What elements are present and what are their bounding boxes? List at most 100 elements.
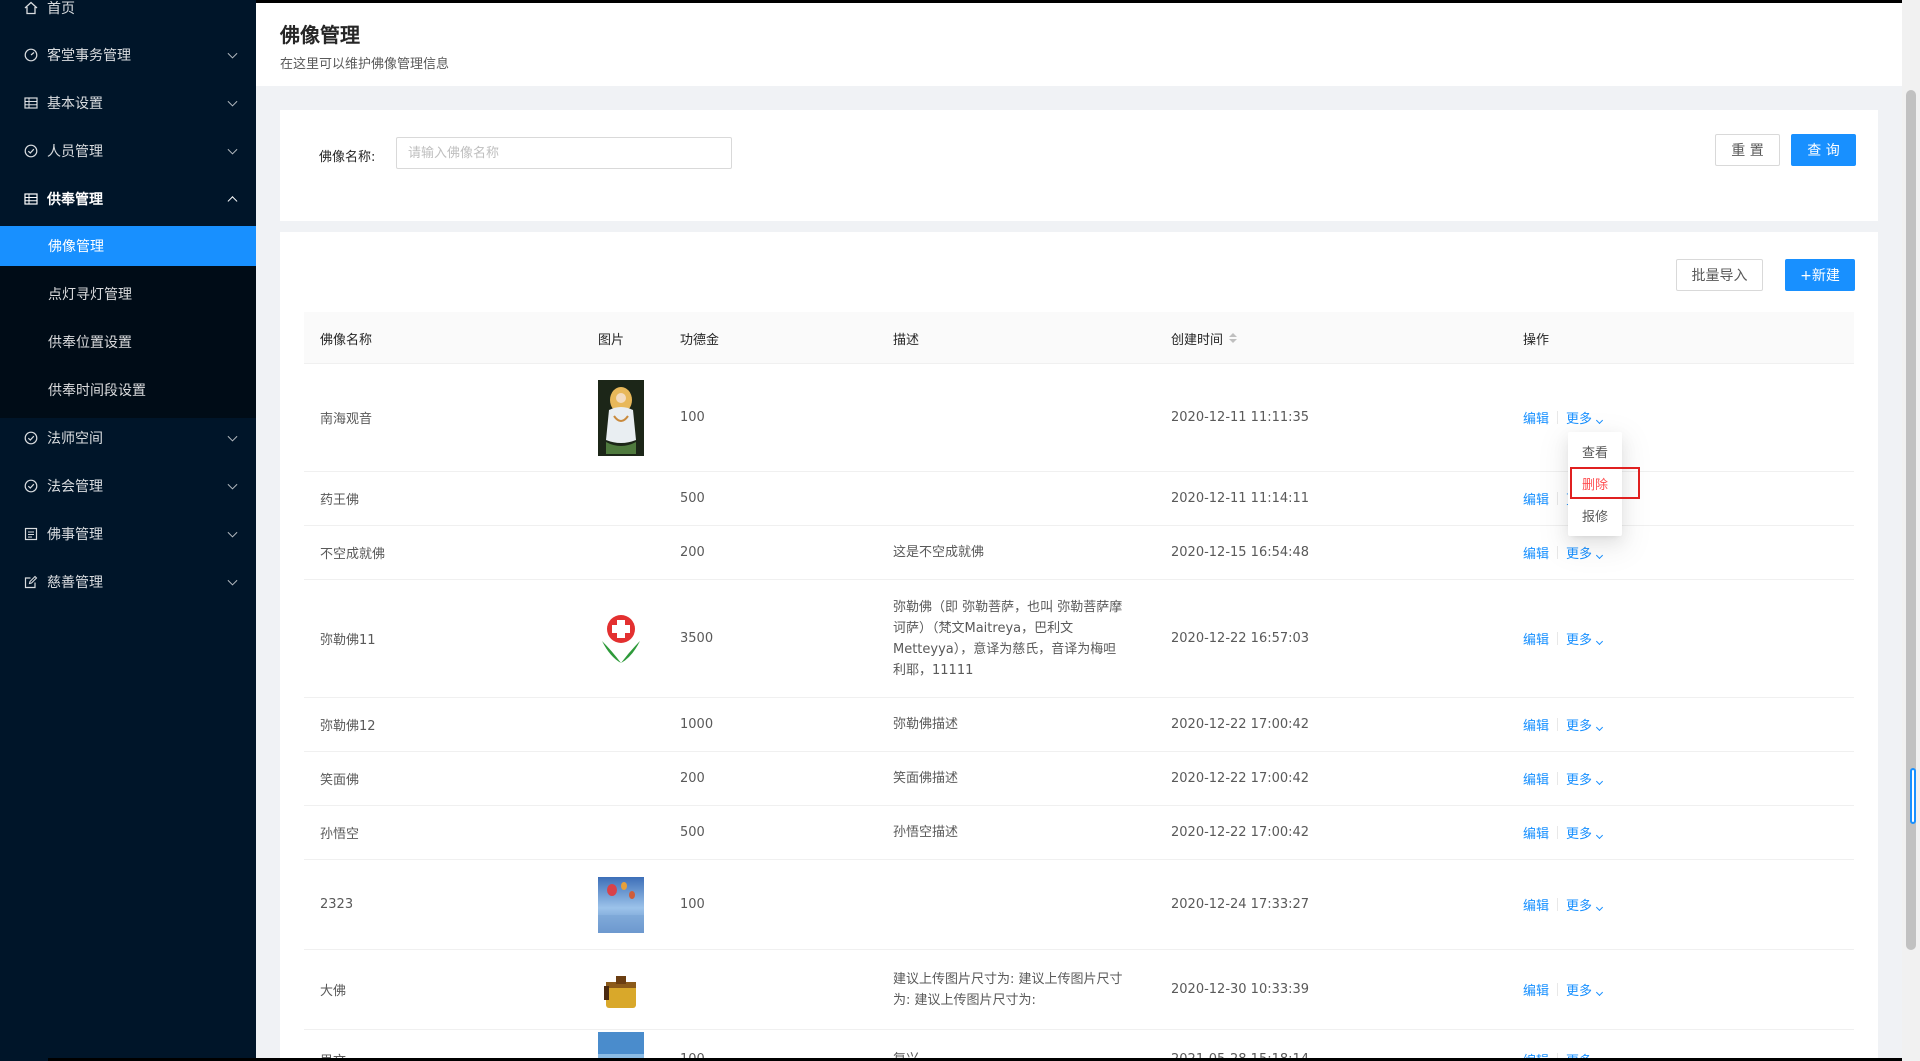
table-header: 佛像名称 图片 功德金 描述 创建时间 操作 [304,312,1854,364]
batch-import-button[interactable]: 批量导入 [1676,259,1763,291]
sidebar-item-personnel[interactable]: 人员管理 [0,131,256,171]
search-input[interactable] [396,137,732,169]
edit-link[interactable]: 编辑 [1523,629,1549,648]
more-link[interactable]: 更多 [1566,408,1604,427]
cell-name: 2323 [320,897,354,912]
cell-name: 大佛 [320,984,347,999]
action-divider [1557,492,1559,505]
edit-link[interactable]: 编辑 [1523,895,1549,914]
more-link[interactable]: 更多 [1566,715,1604,734]
cell-name: 思文 [320,1030,346,1061]
cell-actions: 编辑更多 [1523,1030,1604,1061]
sidebar-subitem-location[interactable]: 供奉位置设置 [0,322,256,362]
scrollbar[interactable] [1902,0,1920,1061]
more-link[interactable]: 更多 [1566,769,1604,788]
cell-description: 复兴 [893,1030,1143,1061]
more-link[interactable]: 更多 [1566,980,1604,999]
more-link[interactable]: 更多 [1566,895,1604,914]
table-row: 大佛 建议上传图片尺寸为: 建议上传图片尺寸 为: 建议上传图片尺寸为: 2020-1… [304,950,1854,1030]
edit-link[interactable]: 编辑 [1523,823,1549,842]
sidebar-item-reception[interactable]: 客堂事务管理 [0,35,256,75]
sidebar-item-label: 首页 [47,1,75,17]
cell-name: 孙悟空 [320,827,360,842]
more-label: 更多 [1566,984,1593,999]
dropdown-item-repair[interactable]: 报修 [1568,500,1622,530]
table-card: 批量导入 +新建 佛像名称 图片 功德金 描述 创建时间 操作 南海观音 100 2… [280,232,1878,1061]
chevron-down-icon [227,527,238,538]
cell-merit: 1000 [680,717,714,732]
sort-icon[interactable] [1229,333,1238,343]
column-header-created[interactable]: 创建时间 [1171,312,1238,364]
description-text: 建议上传图片尺寸为: 建议上传图片尺寸 为: 建议上传图片尺寸为: [893,969,1123,1011]
sidebar-subitem-timeslot[interactable]: 供奉时间段设置 [0,370,256,410]
more-label: 更多 [1566,547,1593,562]
chevron-down-icon [227,479,238,490]
sidebar-item-buddhist-affairs[interactable]: 佛事管理 [0,514,256,554]
action-divider [1557,772,1559,785]
action-divider [1557,826,1559,839]
sidebar-item-label: 人员管理 [47,144,103,160]
sidebar-subitem-buddha[interactable]: 佛像管理 [0,226,256,266]
sidebar-item-master-space[interactable]: 法师空间 [0,418,256,458]
sidebar-item-dharma-assembly[interactable]: 法会管理 [0,466,256,506]
submenu: 佛像管理 点灯寻灯管理 供奉位置设置 供奉时间段设置 [0,226,256,418]
query-button[interactable]: 查 询 [1791,134,1856,166]
cell-created-time: 2020-12-22 17:00:42 [1171,771,1310,786]
description-text: 弥勒佛描述 [893,714,958,735]
cell-image [598,860,644,949]
column-header-created-label: 创建时间 [1171,332,1224,348]
form-icon [24,575,38,589]
edit-link[interactable]: 编辑 [1523,543,1549,562]
dropdown-item-view[interactable]: 查看 [1568,436,1622,466]
more-link[interactable]: 更多 [1566,543,1604,562]
sidebar-item-label: 慈善管理 [47,575,103,591]
sidebar-item-label: 法师空间 [47,431,103,447]
sidebar: 首页 客堂事务管理 基本设置 人员管理 供奉管理 佛像管理 点灯寻灯管理 供奉位… [0,0,256,1061]
more-label: 更多 [1566,633,1593,648]
more-link[interactable]: 更多 [1566,823,1604,842]
cell-created-time: 2020-12-22 17:00:42 [1171,717,1310,732]
thumbnail-image [598,379,644,456]
sidebar-item-basic-settings[interactable]: 基本设置 [0,83,256,123]
home-icon [24,1,38,15]
description-line: 诃萨）（梵文Maitreya，巴利文 [893,620,1074,636]
edit-link[interactable]: 编辑 [1523,980,1549,999]
cell-created-time: 2020-12-22 17:00:42 [1171,825,1310,840]
thumbnail-image [598,610,644,667]
cell-name: 不空成就佛 [320,547,386,562]
sidebar-item-label: 供奉时间段设置 [48,383,146,399]
edit-link[interactable]: 编辑 [1523,769,1549,788]
chevron-down-icon [227,144,238,155]
cell-description: 笑面佛描述 [893,752,1143,805]
thumbnail-image [598,876,644,933]
sidebar-item-label: 供奉管理 [47,192,103,208]
cell-created-time: 2020-12-15 16:54:48 [1171,545,1310,560]
edit-link[interactable]: 编辑 [1523,408,1549,427]
description-line: Metteyya），意译为慈氏，音译为梅呾 [893,641,1117,657]
cell-merit: 100 [680,410,705,425]
sidebar-item-charity[interactable]: 慈善管理 [0,562,256,602]
cell-actions: 编辑更多 [1523,698,1604,751]
more-label: 更多 [1566,899,1593,914]
sidebar-item-offering[interactable]: 供奉管理 [0,179,256,219]
more-label: 更多 [1566,773,1593,788]
chevron-down-icon [1595,416,1604,425]
more-link[interactable]: 更多 [1566,629,1604,648]
cell-name: 药王佛 [320,493,360,508]
page-header: 佛像管理 在这里可以维护佛像管理信息 [256,0,1902,86]
search-label: 佛像名称: [319,150,376,165]
highlight-annotation [1570,467,1640,499]
table-row: 孙悟空 500 孙悟空描述 2020-12-22 17:00:42 编辑 更多 [304,806,1854,860]
description-line: 孙悟空描述 [893,825,959,840]
description-line: 为: 建议上传图片尺寸为: [893,992,1036,1008]
chevron-down-icon [1595,551,1604,560]
table-row: 笑面佛 200 笑面佛描述 2020-12-22 17:00:42 编辑 更多 [304,752,1854,806]
edit-link[interactable]: 编辑 [1523,489,1549,508]
reset-button[interactable]: 重 置 [1715,134,1780,166]
sidebar-subitem-lamp[interactable]: 点灯寻灯管理 [0,274,256,314]
create-button[interactable]: +新建 [1785,259,1855,291]
cell-actions: 编辑 更多 [1523,950,1604,1029]
chevron-down-icon [227,48,238,59]
sidebar-item-home[interactable]: 首页 [0,0,256,28]
edit-link[interactable]: 编辑 [1523,715,1549,734]
